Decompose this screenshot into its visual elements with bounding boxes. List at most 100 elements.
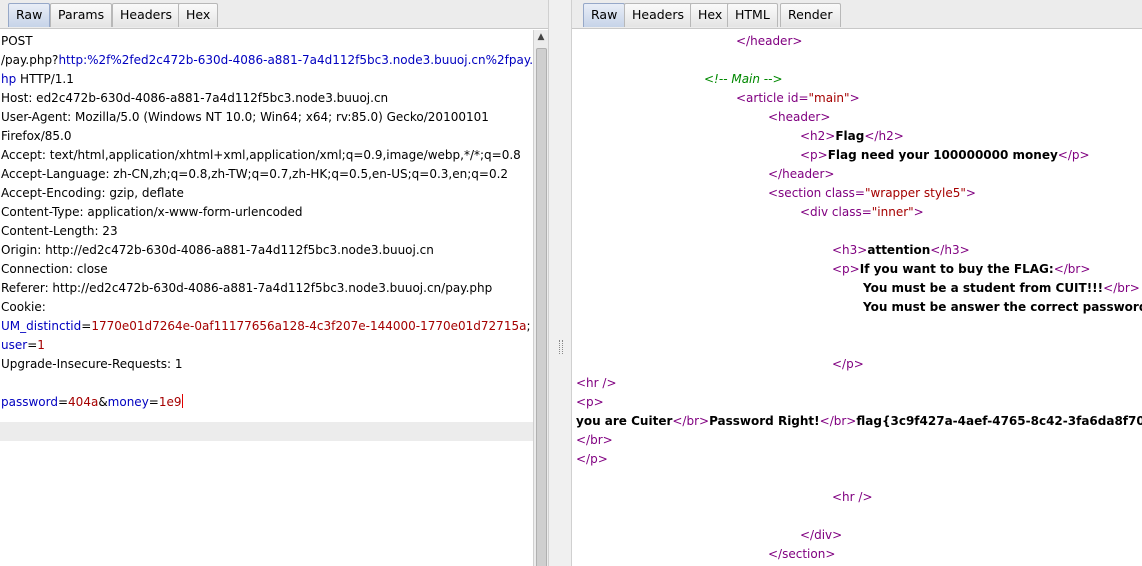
html-tag: </p> xyxy=(832,357,864,371)
html-tag: </h2> xyxy=(864,129,904,143)
scroll-up-arrow-icon[interactable]: ▲ xyxy=(536,32,546,42)
header-referer: Referer: http://ed2c472b-630d-4086-a881-… xyxy=(1,281,493,295)
header-content-length: Content-Length: 23 xyxy=(1,224,118,238)
body-param-name: password xyxy=(1,395,58,409)
body-param-value: 404a xyxy=(68,395,99,409)
code-line: <p>If you want to buy the FLAG:</br> xyxy=(832,260,1090,279)
html-tag: </p> xyxy=(1057,148,1090,162)
request-pane: Raw Params Headers Hex POST /pay.php?htt… xyxy=(0,0,548,566)
html-text: You must be a student from CUIT!!! xyxy=(863,281,1104,295)
request-tabbar: Raw Params Headers Hex xyxy=(0,0,548,29)
header-accept-encoding: Accept-Encoding: gzip, deflate xyxy=(1,186,184,200)
header-host: Host: ed2c472b-630d-4086-a881-7a4d112f5b… xyxy=(1,91,389,105)
code-line: <div class="inner"> xyxy=(800,203,924,222)
html-attr: id= xyxy=(787,91,809,105)
splitter-grip-icon[interactable] xyxy=(559,340,563,354)
html-text: attention xyxy=(867,243,931,257)
html-tag: </p> xyxy=(576,452,608,466)
code-line: <h3>attention</h3> xyxy=(832,241,970,260)
html-tag: </div> xyxy=(800,528,843,542)
cookie-um-distinctid: UM_distinctid=1770e01d7264e-0af11177656a… xyxy=(1,319,531,333)
response-tab-raw[interactable]: Raw xyxy=(583,3,626,27)
scrollbar-thumb[interactable] xyxy=(536,48,547,566)
request-scrollbar[interactable]: ▲ xyxy=(533,30,548,566)
html-tag: </header> xyxy=(768,167,835,181)
code-line: <p>Flag need your 100000000 money</p> xyxy=(800,146,1090,165)
html-attr: class= xyxy=(831,205,872,219)
html-tag: > xyxy=(913,205,924,219)
code-line: </header> xyxy=(768,165,834,184)
html-attr-value: "inner" xyxy=(871,205,914,219)
request-protocol: HTTP/1.1 xyxy=(16,72,74,86)
html-attr: class= xyxy=(825,186,865,200)
cookie-value: 1 xyxy=(37,338,45,352)
response-tab-html[interactable]: HTML xyxy=(727,3,778,27)
header-user-agent-cont: Firefox/85.0 xyxy=(1,129,72,143)
code-line: <p> xyxy=(576,393,604,412)
request-tab-params[interactable]: Params xyxy=(50,3,113,27)
request-tab-headers[interactable]: Headers xyxy=(112,3,181,27)
html-tag: > xyxy=(849,91,860,105)
response-tab-render[interactable]: Render xyxy=(780,3,841,27)
html-tag: </section> xyxy=(768,547,836,561)
code-line: </div> xyxy=(800,526,842,545)
code-line: <hr /> xyxy=(576,374,617,393)
html-tag: <p> xyxy=(832,262,860,276)
code-line: </header> xyxy=(736,32,802,51)
html-text: you are Cuiter xyxy=(576,414,673,428)
header-cookie: Cookie: xyxy=(1,300,46,314)
html-tag: </br> xyxy=(1053,262,1091,276)
request-tab-hex[interactable]: Hex xyxy=(178,3,219,27)
header-content-type: Content-Type: application/x-www-form-url… xyxy=(1,205,303,219)
header-user-agent: User-Agent: Mozilla/5.0 (Windows NT 10.0… xyxy=(1,110,489,124)
html-tag: <div xyxy=(800,205,832,219)
code-line: <!-- Main --> xyxy=(704,70,783,89)
request-path-prefix: /pay.php? xyxy=(1,53,59,67)
html-text: If you want to buy the FLAG: xyxy=(859,262,1054,276)
response-tab-headers[interactable]: Headers xyxy=(624,3,693,27)
request-path-value-cont: hp xyxy=(1,72,17,86)
response-tabbar: Raw Headers Hex HTML Render xyxy=(572,0,1142,29)
code-line: You must be a student from CUIT!!!</br> xyxy=(863,279,1140,298)
current-line-highlight xyxy=(0,422,534,441)
code-line: <h2>Flag</h2> xyxy=(800,127,904,146)
html-tag: <hr /> xyxy=(832,490,873,504)
html-tag: <p> xyxy=(800,148,828,162)
code-line: <header> xyxy=(768,108,830,127)
response-tab-hex[interactable]: Hex xyxy=(690,3,731,27)
request-line: /pay.php?http:%2f%2fed2c472b-630d-4086-a… xyxy=(1,51,541,70)
html-tag: <p> xyxy=(576,395,604,409)
html-tag: <h3> xyxy=(832,243,868,257)
html-text: Password Right! xyxy=(709,414,820,428)
header-origin: Origin: http://ed2c472b-630d-4086-a881-7… xyxy=(1,243,434,257)
html-text: You must be answer the correct password!… xyxy=(863,300,1142,314)
code-line: <article id="main"> xyxy=(736,89,860,108)
request-path-value: http:%2f%2fed2c472b-630d-4086-a881-7a4d1… xyxy=(58,53,541,67)
header-accept: Accept: text/html,application/xhtml+xml,… xyxy=(1,148,521,162)
html-tag: <hr /> xyxy=(576,376,617,390)
html-tag: </h3> xyxy=(930,243,970,257)
cookie-user: user=1 xyxy=(1,338,45,352)
pane-splitter[interactable] xyxy=(548,0,572,566)
cookie-name: UM_distinctid xyxy=(1,319,82,333)
html-text: Flag need your 100000000 money xyxy=(827,148,1058,162)
flag-result-line: you are Cuiter</br>Password Right!</br>f… xyxy=(576,412,1142,431)
header-connection: Connection: close xyxy=(1,262,108,276)
html-text: Flag xyxy=(835,129,865,143)
html-tag: </br> xyxy=(672,414,710,428)
body-param-value: 1e9 xyxy=(158,395,182,409)
header-accept-language: Accept-Language: zh-CN,zh;q=0.8,zh-TW;q=… xyxy=(1,167,509,181)
request-tab-raw[interactable]: Raw xyxy=(8,3,51,27)
code-line: <section class="wrapper style5"> xyxy=(768,184,976,203)
cookie-value: 1770e01d7264e-0af11177656a128-4c3f207e-1… xyxy=(91,319,527,333)
html-comment: <!-- Main --> xyxy=(704,72,783,86)
code-line: </section> xyxy=(768,545,835,564)
code-line: </br> xyxy=(576,431,613,450)
request-body[interactable]: password=404a&money=1e9 xyxy=(1,393,183,412)
code-line: </p> xyxy=(576,450,608,469)
cookie-name: user xyxy=(1,338,28,352)
html-tag: </br> xyxy=(819,414,857,428)
request-editor[interactable]: POST /pay.php?http:%2f%2fed2c472b-630d-4… xyxy=(0,30,548,566)
response-viewer[interactable]: </header> <!-- Main --> <article id="mai… xyxy=(572,30,1142,566)
flag-value: flag{3c9f427a-4aef-4765-8c42-3fa6da8f709… xyxy=(856,414,1142,428)
